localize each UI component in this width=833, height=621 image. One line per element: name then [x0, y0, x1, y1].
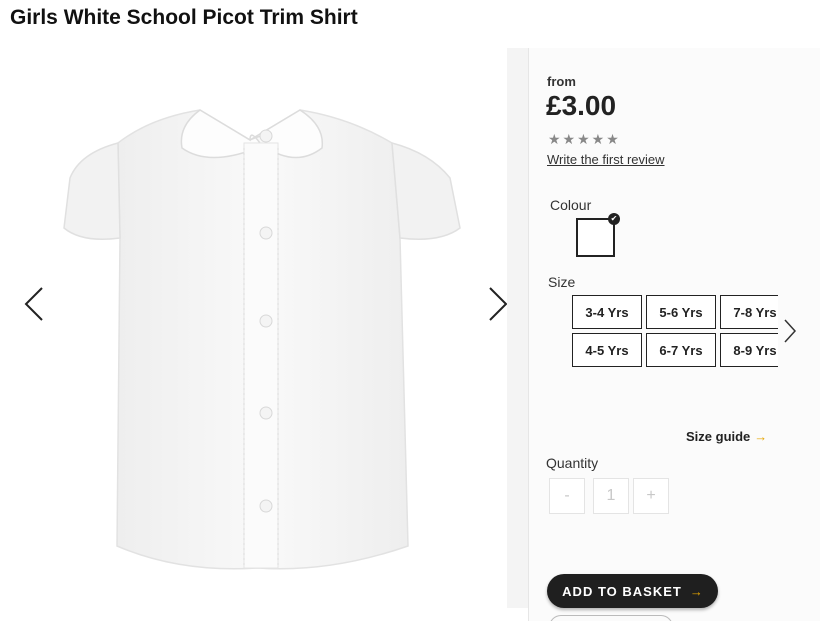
- add-to-basket-button[interactable]: ADD TO BASKET →: [547, 574, 718, 608]
- size-option-5-6[interactable]: 5-6 Yrs: [646, 295, 716, 329]
- quantity-decrease-button[interactable]: -: [549, 478, 585, 514]
- size-option-7-8[interactable]: 7-8 Yrs: [720, 295, 778, 329]
- size-option-8-9[interactable]: 8-9 Yrs: [720, 333, 778, 367]
- size-option-4-5[interactable]: 4-5 Yrs: [572, 333, 642, 367]
- gallery-prev-button[interactable]: [16, 278, 52, 330]
- size-label: Size: [548, 274, 576, 290]
- quantity-label: Quantity: [546, 455, 599, 471]
- product-price: £3.00: [546, 90, 617, 121]
- write-review-link[interactable]: Write the first review: [547, 152, 665, 167]
- arrow-right-icon: →: [754, 429, 768, 444]
- product-image: [63, 109, 461, 570]
- size-option-6-7[interactable]: 6-7 Yrs: [646, 333, 716, 367]
- arrow-right-icon: →: [689, 583, 703, 599]
- size-options: 3-4 Yrs 5-6 Yrs 7-8 Yrs 4-5 Yrs 6-7 Yrs …: [572, 295, 778, 371]
- colour-swatch-white[interactable]: ✔: [576, 213, 620, 257]
- add-to-basket-label: ADD TO BASKET: [562, 583, 682, 599]
- size-option-3-4[interactable]: 3-4 Yrs: [572, 295, 642, 329]
- colour-label: Colour: [550, 197, 592, 213]
- size-guide-link[interactable]: Size guide →: [686, 429, 767, 444]
- quantity-increase-button[interactable]: +: [633, 478, 669, 514]
- quantity-input[interactable]: 1: [593, 478, 629, 514]
- product-title: Girls White School Picot Trim Shirt: [10, 6, 358, 29]
- product-image-gallery: [0, 48, 518, 621]
- chevron-right-icon: [784, 319, 797, 343]
- price-prefix: from: [547, 74, 576, 89]
- chevron-left-icon: [24, 287, 43, 321]
- size-next-button[interactable]: [780, 316, 800, 346]
- size-guide-label: Size guide: [686, 429, 751, 444]
- secondary-button[interactable]: [549, 615, 673, 621]
- rating-stars: ★★★★★: [548, 131, 621, 147]
- check-icon: ✔: [608, 213, 620, 225]
